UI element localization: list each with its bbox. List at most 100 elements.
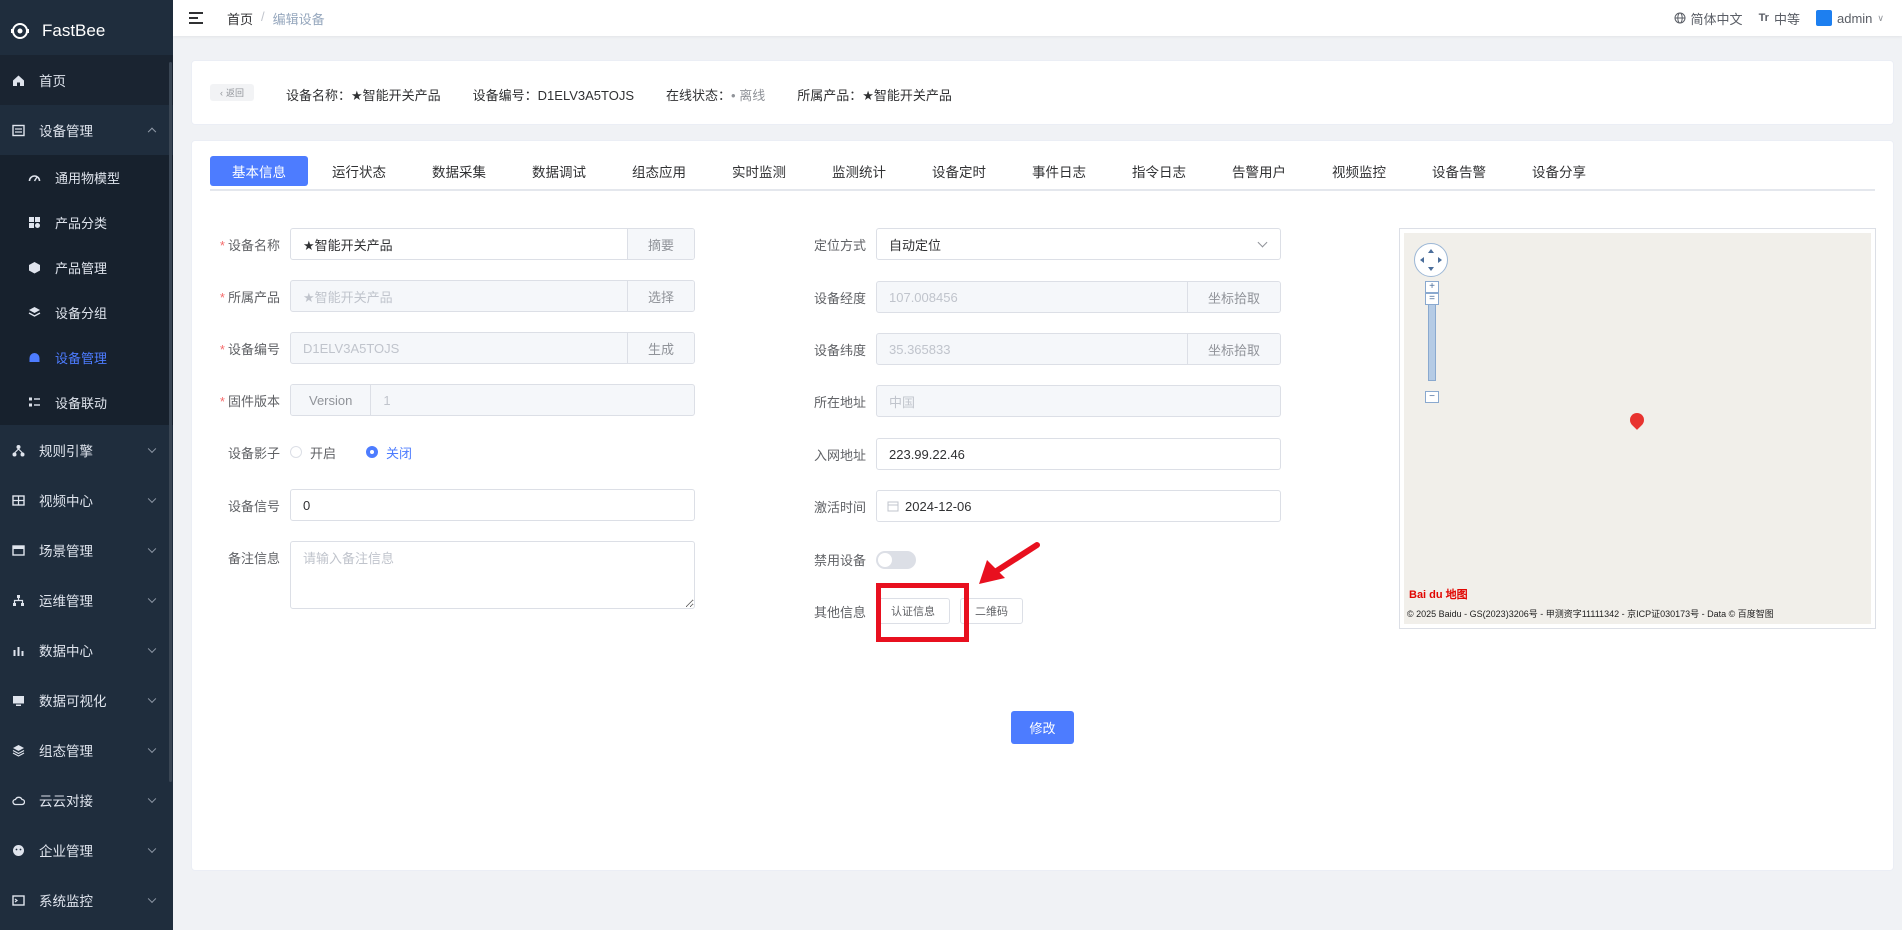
breadcrumb-home[interactable]: 首页 [227, 9, 253, 28]
signal-input[interactable]: 0 [290, 489, 695, 521]
device-summary: 设备名称：★智能开关产品 设备编号：D1ELV3A5TOJS 在线状态：• 离线… [286, 85, 952, 104]
back-button[interactable]: ‹ 返回 [210, 84, 254, 101]
latitude-input[interactable]: 35.365833 坐标拾取 [876, 333, 1281, 365]
qrcode-button[interactable]: 二维码 [960, 598, 1023, 624]
sidebar-item-device-mgmt-active[interactable]: 设备管理 [0, 335, 173, 380]
disable-device-toggle[interactable] [876, 550, 916, 569]
sidebar-item-config-mgmt[interactable]: 组态管理 [0, 725, 173, 775]
map-canvas[interactable]: + = − Bai du 地图 © 2025 Baidu - GS(2023)3… [1404, 233, 1871, 624]
device-name-input[interactable]: ★智能开关产品 摘要 [290, 228, 695, 260]
shadow-on-radio[interactable]: 开启 [290, 443, 336, 462]
label-other-info: 其他信息 [813, 604, 866, 620]
tab-monitor-stats[interactable]: 监测统计 [810, 156, 908, 186]
sidebar-item-product-category[interactable]: 产品分类 [0, 200, 173, 245]
hamburger-icon[interactable] [189, 12, 203, 24]
generate-button[interactable]: 生成 [626, 333, 694, 363]
sidebar-item-label: 产品分类 [55, 216, 108, 231]
remark-textarea[interactable] [290, 541, 695, 609]
map-zoom-handle[interactable]: = [1425, 293, 1439, 305]
chevron-down-icon [147, 544, 157, 554]
device-number-input[interactable]: D1ELV3A5TOJS 生成 [290, 332, 695, 364]
pick-longitude-button[interactable]: 坐标拾取 [1186, 282, 1280, 312]
annotation-arrow-icon [979, 542, 1040, 584]
required-mark: * [219, 393, 225, 409]
tab-device-share[interactable]: 设备分享 [1510, 156, 1608, 186]
sidebar-item-video-center[interactable]: 视频中心 [0, 475, 173, 525]
map-zoom-out-button[interactable]: − [1425, 391, 1439, 403]
latitude-value: 35.365833 [889, 341, 951, 357]
online-label: 在线状态： [666, 88, 732, 103]
sidebar-item-label: 数据中心 [39, 644, 93, 659]
annotation-highlight-box [876, 583, 969, 642]
tab-video-monitor[interactable]: 视频监控 [1310, 156, 1408, 186]
tab-device-alert[interactable]: 设备告警 [1410, 156, 1508, 186]
address-input[interactable]: 中国 [876, 385, 1281, 417]
sidebar-item-sys-monitor[interactable]: 系统监控 [0, 875, 173, 925]
tab-run-status[interactable]: 运行状态 [310, 156, 408, 186]
longitude-input[interactable]: 107.008456 坐标拾取 [876, 281, 1281, 313]
language-switch[interactable]: 简体中文 [1674, 9, 1743, 28]
map-zoom-in-button[interactable]: + [1425, 281, 1439, 293]
tab-basic-info[interactable]: 基本信息 [210, 156, 308, 186]
font-size-switch[interactable]: Tr 中等 [1759, 9, 1800, 28]
tab-data-debug[interactable]: 数据调试 [510, 156, 608, 186]
location-mode-select[interactable]: 自动定位 [876, 228, 1281, 260]
pan-arrows-icon [1420, 249, 1442, 271]
shadow-off-radio[interactable]: 关闭 [366, 443, 412, 462]
submit-button[interactable]: 修改 [1011, 711, 1074, 744]
top-navbar: 首页 / 编辑设备 简体中文 Tr 中等 admin ∨ [173, 0, 1902, 36]
radio-dot [366, 446, 379, 458]
activation-time-picker[interactable]: 2024-12-06 [876, 490, 1281, 522]
sidebar-item-data-visual[interactable]: 数据可视化 [0, 675, 173, 725]
pick-latitude-button[interactable]: 坐标拾取 [1186, 334, 1280, 364]
sidebar-item-thing-model[interactable]: 通用物模型 [0, 155, 173, 200]
firmware-value: 1 [383, 392, 391, 408]
label-text: 所属产品 [227, 289, 280, 305]
sidebar-item-device-group[interactable]: 设备分组 [0, 290, 173, 335]
sidebar-item-ops-mgmt[interactable]: 运维管理 [0, 575, 173, 625]
grid-icon [29, 217, 40, 228]
summary-button[interactable]: 摘要 [626, 229, 694, 259]
sidebar-item-label: 设备管理 [55, 351, 108, 366]
sidebar-item-home[interactable]: 首页 [0, 55, 173, 105]
tab-command-log[interactable]: 指令日志 [1110, 156, 1208, 186]
sidebar-item-data-center[interactable]: 数据中心 [0, 625, 173, 675]
firmware-input[interactable]: Version 1 [290, 384, 695, 416]
sidebar-item-scene-mgmt[interactable]: 场景管理 [0, 525, 173, 575]
baidu-map[interactable]: + = − Bai du 地图 © 2025 Baidu - GS(2023)3… [1399, 228, 1876, 629]
font-size-icon: Tr [1758, 12, 1769, 24]
sidebar-item-product-mgmt[interactable]: 产品管理 [0, 245, 173, 290]
tab-device-timer[interactable]: 设备定时 [910, 156, 1008, 186]
sidebar-item-enterprise[interactable]: 企业管理 [0, 825, 173, 875]
tab-config-app[interactable]: 组态应用 [610, 156, 708, 186]
chevron-up-icon [147, 127, 157, 137]
row-disable-device: 禁用设备 [798, 550, 916, 569]
sidebar-item-label: 云云对接 [39, 794, 93, 809]
row-shadow: 设备影子 开启 关闭 [212, 436, 442, 468]
address-value: 中国 [889, 394, 916, 410]
label-firmware: * 固件版本 [212, 391, 290, 410]
tab-data-collect[interactable]: 数据采集 [410, 156, 508, 186]
select-product-button[interactable]: 选择 [626, 281, 694, 311]
sidebar-scrollbar[interactable] [169, 62, 172, 782]
network-address-input[interactable]: 223.99.22.46 [876, 438, 1281, 470]
sidebar-item-rule-engine[interactable]: 规则引擎 [0, 425, 173, 475]
summary-device-name: 设备名称：★智能开关产品 [286, 88, 441, 103]
map-pan-control[interactable] [1414, 243, 1448, 277]
sidebar-item-cloud[interactable]: 云云对接 [0, 775, 173, 825]
sidebar-item-device-mgmt[interactable]: 设备管理 [0, 105, 173, 155]
app-logo[interactable]: FastBee [0, 0, 173, 62]
tab-realtime-monitor[interactable]: 实时监测 [710, 156, 808, 186]
window-icon [12, 544, 25, 556]
sidebar-item-label: 企业管理 [39, 844, 93, 859]
map-marker-icon[interactable] [1627, 410, 1647, 430]
tab-alert-users[interactable]: 告警用户 [1210, 156, 1308, 186]
user-menu[interactable]: admin ∨ [1815, 10, 1884, 26]
baidu-map-logo: Bai du 地图 [1409, 589, 1468, 601]
sidebar-item-label: 通用物模型 [55, 171, 121, 186]
tab-event-log[interactable]: 事件日志 [1010, 156, 1108, 186]
sidebar-item-label: 设备分组 [55, 306, 108, 321]
share-icon [12, 444, 25, 456]
sidebar-item-device-linkage[interactable]: 设备联动 [0, 380, 173, 425]
product-input[interactable]: ★智能开关产品 选择 [290, 280, 695, 312]
